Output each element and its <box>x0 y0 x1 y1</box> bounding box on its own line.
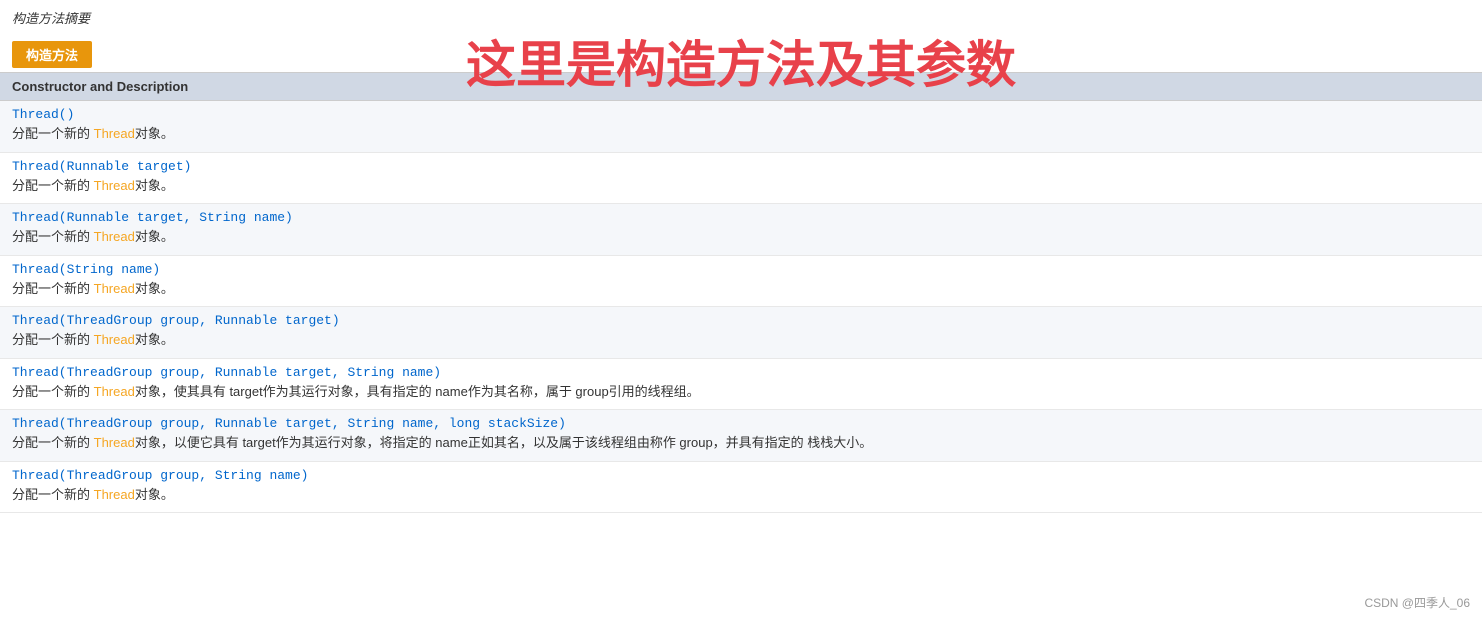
table-row: Thread() 分配一个新的 Thread对象。 <box>0 101 1482 153</box>
table-row: Thread(ThreadGroup group, Runnable targe… <box>0 359 1482 411</box>
constructor-signature[interactable]: Thread(String name) <box>12 262 1470 277</box>
constructor-signature[interactable]: Thread(Runnable target, String name) <box>12 210 1470 225</box>
constructor-signature[interactable]: Thread() <box>12 107 1470 122</box>
constructor-description: 分配一个新的 Thread对象。 <box>12 279 1470 299</box>
constructor-description: 分配一个新的 Thread对象。 <box>12 227 1470 247</box>
constructor-description: 分配一个新的 Thread对象，以便它具有 target作为其运行对象，将指定的… <box>12 433 1470 453</box>
constructor-description: 分配一个新的 Thread对象。 <box>12 124 1470 144</box>
table-row: Thread(String name) 分配一个新的 Thread对象。 <box>0 256 1482 308</box>
table-row: Thread(ThreadGroup group, Runnable targe… <box>0 307 1482 359</box>
constructor-table: Constructor and Description Thread()分配一个… <box>0 72 1482 513</box>
constructor-description: 分配一个新的 Thread对象。 <box>12 176 1470 196</box>
constructor-description: 分配一个新的 Thread对象。 <box>12 330 1470 350</box>
table-row: Thread(Runnable target, String name) 分配一个… <box>0 204 1482 256</box>
constructor-signature[interactable]: Thread(ThreadGroup group, String name) <box>12 468 1470 483</box>
constructor-signature[interactable]: Thread(ThreadGroup group, Runnable targe… <box>12 416 1470 431</box>
constructor-signature[interactable]: Thread(ThreadGroup group, Runnable targe… <box>12 313 1470 328</box>
constructor-description: 分配一个新的 Thread对象。 <box>12 485 1470 505</box>
watermark-text: 这里是构造方法及其参数 <box>466 25 1016 97</box>
constructor-signature[interactable]: Thread(Runnable target) <box>12 159 1470 174</box>
constructor-signature[interactable]: Thread(ThreadGroup group, Runnable targe… <box>12 365 1470 380</box>
table-row: Thread(Runnable target) 分配一个新的 Thread对象。 <box>0 153 1482 205</box>
table-row: Thread(ThreadGroup group, String name) 分配… <box>0 462 1482 514</box>
watermark-credit: CSDN @四季人_06 <box>1364 594 1470 611</box>
section-button[interactable]: 构造方法 <box>12 41 92 68</box>
table-row: Thread(ThreadGroup group, Runnable targe… <box>0 410 1482 462</box>
constructor-description: 分配一个新的 Thread对象，使其具有 target作为其运行对象，具有指定的… <box>12 382 1470 402</box>
